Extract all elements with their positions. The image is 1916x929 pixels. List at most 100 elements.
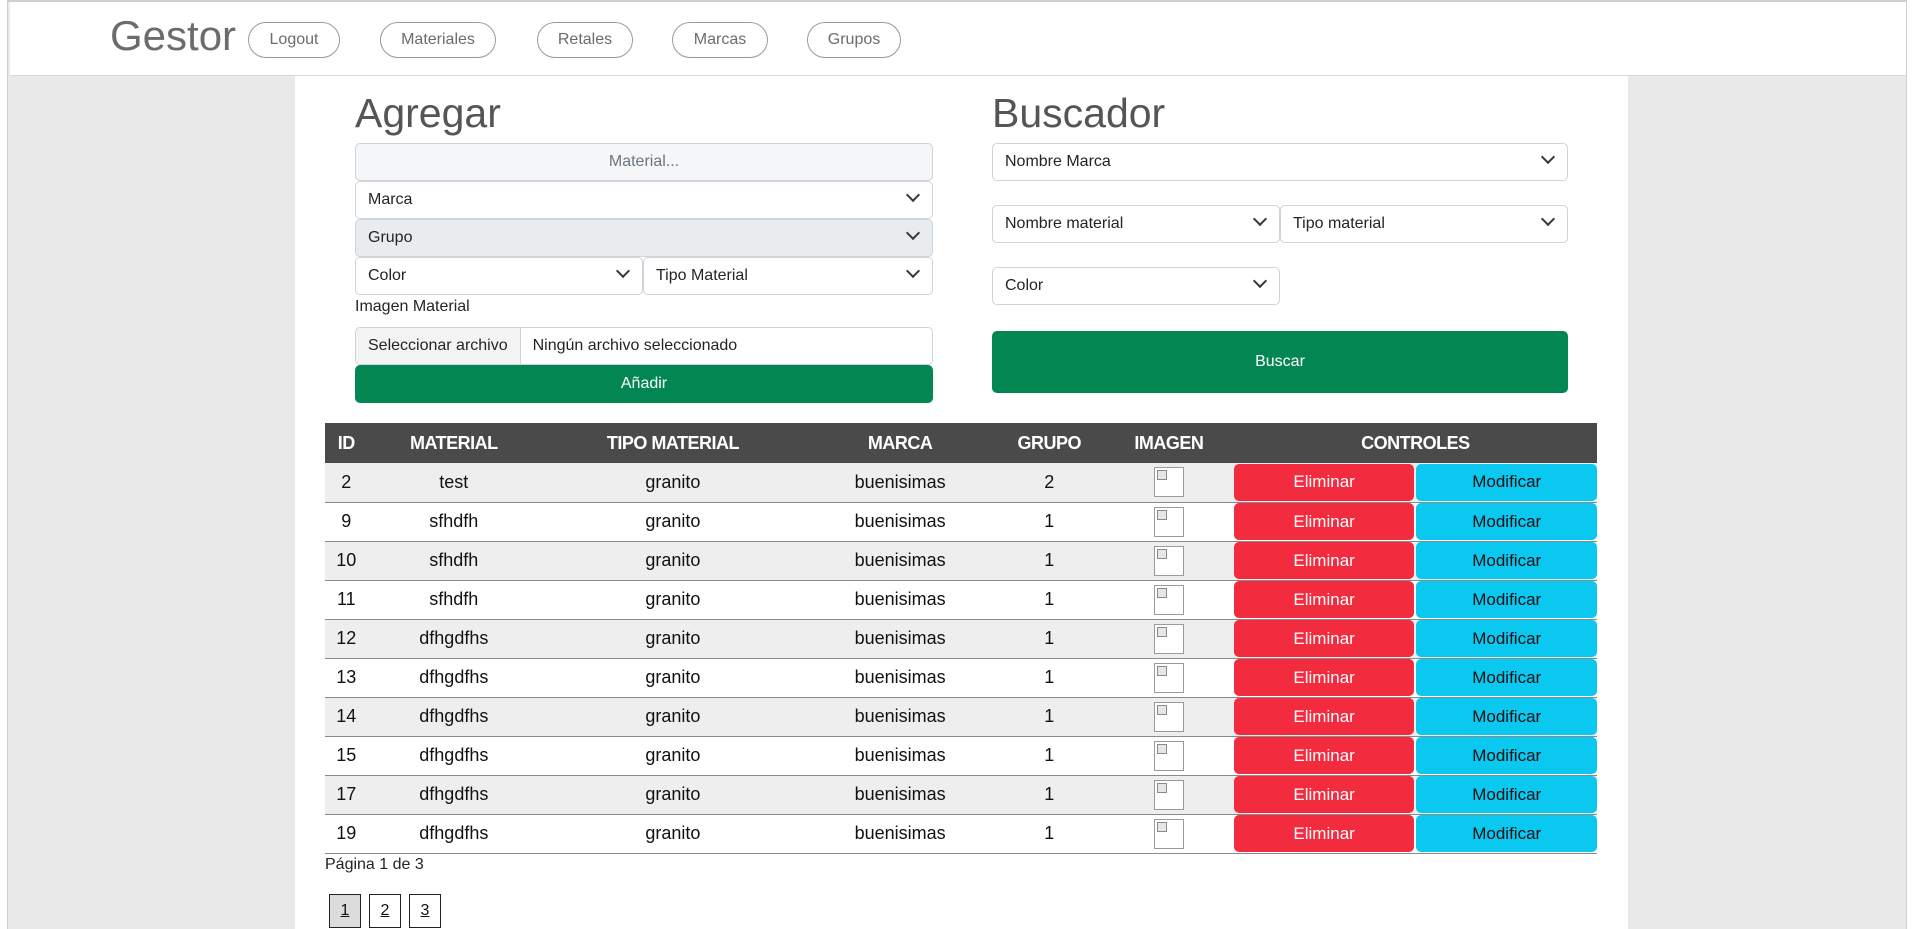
cell-material: test xyxy=(367,463,541,503)
broken-image-icon xyxy=(1153,623,1184,654)
eliminar-button[interactable]: Eliminar xyxy=(1233,698,1415,735)
nav-grupos[interactable]: Grupos xyxy=(807,22,901,58)
cell-grupo: 1 xyxy=(994,502,1104,542)
cell-id: 14 xyxy=(325,697,368,737)
cell-tipo: granito xyxy=(540,775,806,815)
modificar-button[interactable]: Modificar xyxy=(1416,659,1597,696)
modificar-button[interactable]: Modificar xyxy=(1416,815,1597,852)
window-left-border xyxy=(0,0,8,929)
color-select-value: Color xyxy=(368,267,407,284)
cell-material: dfhgdfhs xyxy=(367,619,541,659)
col-tipo-material: TIPO MATERIAL xyxy=(540,423,806,463)
cell-tipo: granito xyxy=(540,814,806,854)
nombre-material-select-value: Nombre material xyxy=(1005,215,1124,232)
broken-image-icon xyxy=(1153,584,1184,615)
broken-image-icon xyxy=(1153,506,1184,537)
eliminar-button[interactable]: Eliminar xyxy=(1233,776,1415,813)
anadir-button[interactable]: Añadir xyxy=(355,365,933,403)
modificar-button[interactable]: Modificar xyxy=(1416,776,1597,813)
cell-imagen xyxy=(1103,541,1234,581)
col-id: ID xyxy=(325,423,368,463)
file-status-text: Ningún archivo seleccionado xyxy=(532,337,738,354)
cell-marca: buenisimas xyxy=(805,619,995,659)
cell-imagen xyxy=(1103,775,1234,815)
table-row: 19 dfhgdfhs granito buenisimas 1 Eliminar Modi… xyxy=(325,814,1597,854)
pagination-info: Página 1 de 3 xyxy=(325,856,424,873)
imagen-material-label: Imagen Material xyxy=(355,298,470,315)
buscar-button[interactable]: Buscar xyxy=(992,331,1568,393)
eliminar-button[interactable]: Eliminar xyxy=(1233,815,1415,852)
page-button-2[interactable]: 2 xyxy=(369,894,401,928)
grupo-select[interactable]: Grupo xyxy=(355,219,933,257)
nav-logout[interactable]: Logout xyxy=(248,22,340,58)
table-row: 14 dfhgdfhs granito buenisimas 1 Eliminar Modi… xyxy=(325,697,1597,737)
color-search-select[interactable]: Color xyxy=(992,267,1280,305)
chevron-down-icon xyxy=(1540,149,1556,165)
chevron-down-icon xyxy=(615,263,631,279)
cell-grupo: 1 xyxy=(994,736,1104,776)
modificar-button[interactable]: Modificar xyxy=(1416,503,1597,540)
cell-id: 9 xyxy=(325,502,368,542)
modificar-button[interactable]: Modificar xyxy=(1416,620,1597,657)
chevron-down-icon xyxy=(1252,211,1268,227)
cell-tipo: granito xyxy=(540,502,806,542)
tipo-material-select[interactable]: Tipo Material xyxy=(643,257,933,295)
imagen-file-input[interactable]: Seleccionar archivo Ningún archivo selec… xyxy=(355,327,933,365)
navbar: Gestor Logout Materiales Retales Marcas … xyxy=(10,2,1906,76)
broken-image-icon xyxy=(1153,662,1184,693)
cell-controles: Eliminar Modificar xyxy=(1233,697,1597,737)
cell-id: 12 xyxy=(325,619,368,659)
eliminar-button[interactable]: Eliminar xyxy=(1233,620,1415,657)
cell-tipo: granito xyxy=(540,463,806,503)
table-row: 15 dfhgdfhs granito buenisimas 1 Eliminar Modi… xyxy=(325,736,1597,776)
brand-title[interactable]: Gestor xyxy=(110,12,236,60)
tipo-material-search-select-value: Tipo material xyxy=(1293,215,1385,232)
cell-marca: buenisimas xyxy=(805,775,995,815)
cell-imagen xyxy=(1103,697,1234,737)
cell-id: 10 xyxy=(325,541,368,581)
cell-id: 15 xyxy=(325,736,368,776)
material-input[interactable]: Material... xyxy=(355,143,933,181)
eliminar-button[interactable]: Eliminar xyxy=(1233,581,1415,618)
nombre-marca-select[interactable]: Nombre Marca xyxy=(992,143,1568,181)
modificar-button[interactable]: Modificar xyxy=(1416,542,1597,579)
cell-id: 2 xyxy=(325,463,368,503)
col-imagen: IMAGEN xyxy=(1103,423,1234,463)
nav-retales[interactable]: Retales xyxy=(537,22,633,58)
table-row: 10 sfhdfh granito buenisimas 1 Eliminar Modifi… xyxy=(325,541,1597,581)
select-file-button[interactable]: Seleccionar archivo xyxy=(356,328,521,364)
nav-materiales[interactable]: Materiales xyxy=(380,22,496,58)
nombre-material-select[interactable]: Nombre material xyxy=(992,205,1280,243)
eliminar-button[interactable]: Eliminar xyxy=(1233,503,1415,540)
modificar-button[interactable]: Modificar xyxy=(1416,463,1597,501)
modificar-button[interactable]: Modificar xyxy=(1416,581,1597,618)
tipo-material-search-select[interactable]: Tipo material xyxy=(1280,205,1568,243)
cell-marca: buenisimas xyxy=(805,502,995,542)
eliminar-button[interactable]: Eliminar xyxy=(1233,463,1415,501)
page-button-1[interactable]: 1 xyxy=(329,894,361,928)
cell-imagen xyxy=(1103,736,1234,776)
cell-tipo: granito xyxy=(540,580,806,620)
eliminar-button[interactable]: Eliminar xyxy=(1233,542,1415,579)
marca-select[interactable]: Marca xyxy=(355,181,933,219)
cell-controles: Eliminar Modificar xyxy=(1233,541,1597,581)
cell-controles: Eliminar Modificar xyxy=(1233,775,1597,815)
eliminar-button[interactable]: Eliminar xyxy=(1233,659,1415,696)
cell-grupo: 1 xyxy=(994,541,1104,581)
cell-material: sfhdfh xyxy=(367,541,541,581)
broken-image-icon xyxy=(1153,545,1184,576)
cell-imagen xyxy=(1103,580,1234,620)
eliminar-button[interactable]: Eliminar xyxy=(1233,737,1415,774)
nav-marcas[interactable]: Marcas xyxy=(672,22,768,58)
cell-material: dfhgdfhs xyxy=(367,736,541,776)
cell-controles: Eliminar Modificar xyxy=(1233,658,1597,698)
cell-grupo: 1 xyxy=(994,775,1104,815)
cell-id: 11 xyxy=(325,580,368,620)
page-button-3[interactable]: 3 xyxy=(409,894,441,928)
cell-material: dfhgdfhs xyxy=(367,775,541,815)
modificar-button[interactable]: Modificar xyxy=(1416,737,1597,774)
color-select[interactable]: Color xyxy=(355,257,643,295)
modificar-button[interactable]: Modificar xyxy=(1416,698,1597,735)
agregar-heading: Agregar xyxy=(355,90,501,136)
broken-image-icon xyxy=(1153,818,1184,849)
